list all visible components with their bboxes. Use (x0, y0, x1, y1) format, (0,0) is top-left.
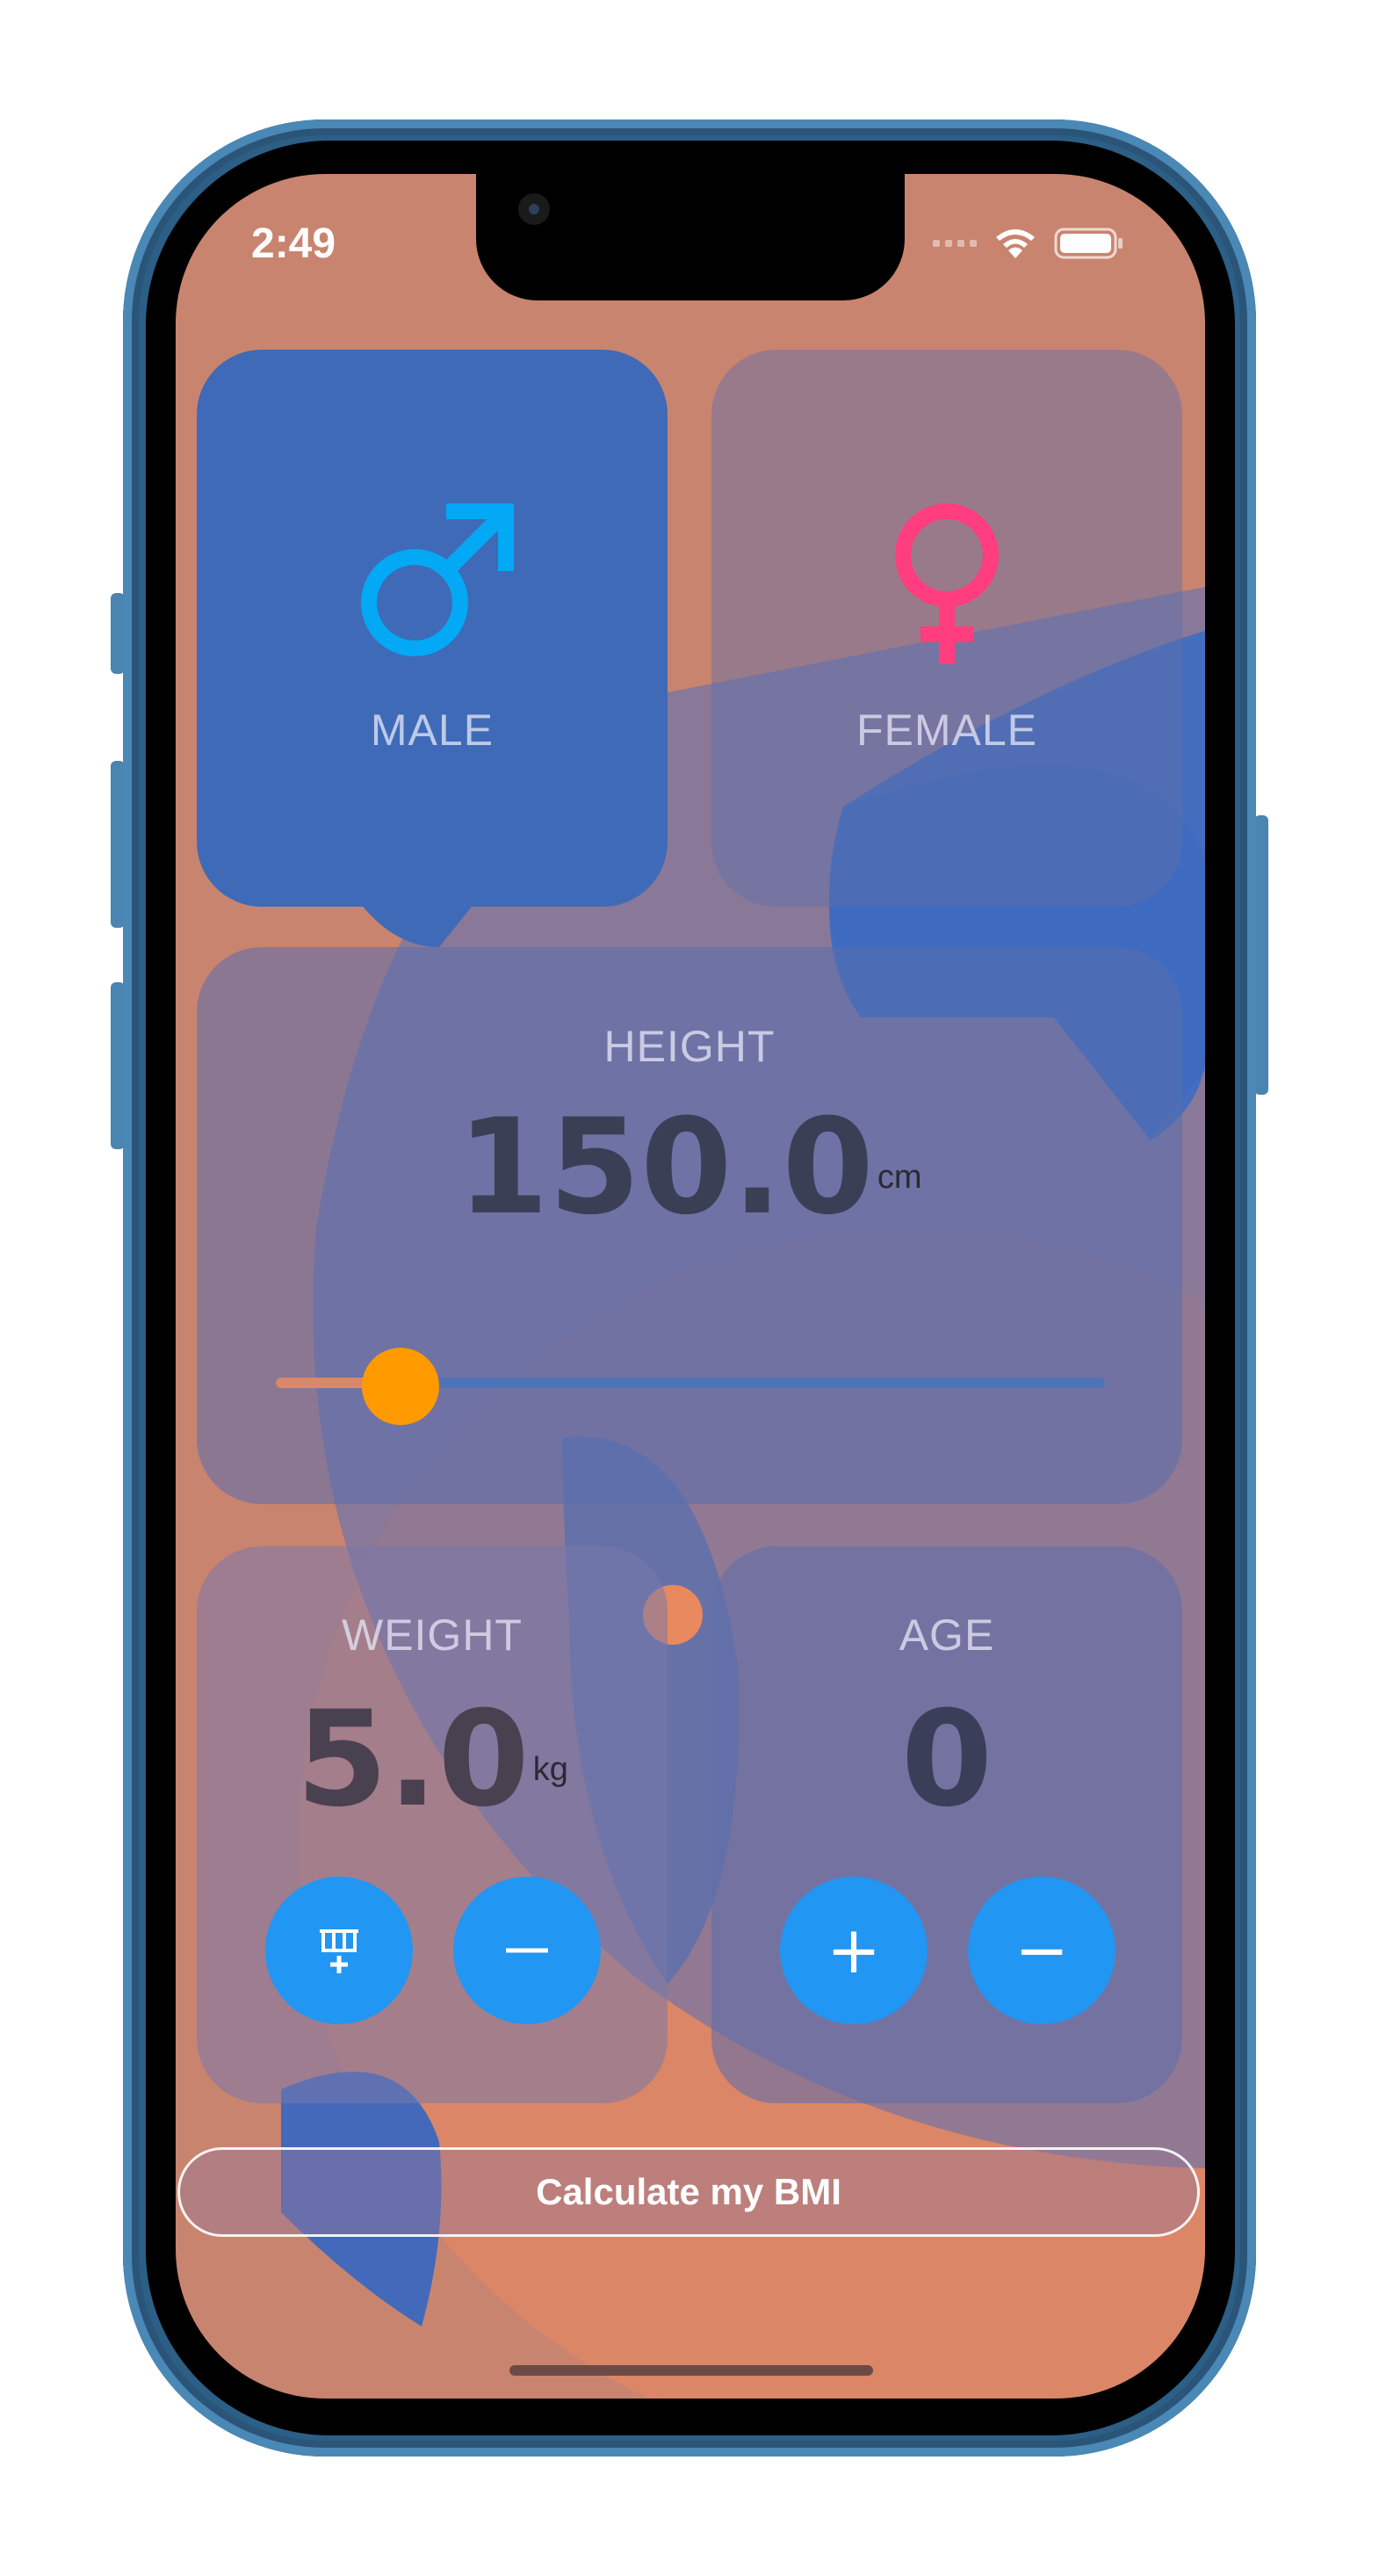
home-indicator (509, 2365, 873, 2376)
male-label: MALE (370, 706, 495, 755)
height-slider[interactable] (276, 1348, 1105, 1425)
plus-icon: + (826, 1913, 881, 1988)
weight-increment-button[interactable] (265, 1877, 413, 2024)
weight-label: WEIGHT (342, 1610, 523, 1660)
age-value-row: 0 (711, 1694, 1182, 1826)
height-unit: cm (877, 1159, 922, 1196)
weight-value: 5.0 (296, 1683, 530, 1836)
weight-card: WEIGHT 5.0 kg (197, 1546, 668, 2103)
wifi-icon (996, 229, 1035, 258)
age-decrement-button[interactable]: − (968, 1877, 1115, 2024)
male-icon (361, 503, 514, 656)
minus-icon: − (1014, 1913, 1069, 1988)
age-increment-button[interactable]: + (780, 1877, 928, 2024)
front-camera (518, 193, 550, 225)
minus-icon (506, 1948, 548, 1953)
female-icon (895, 503, 999, 664)
height-value: 150.0 (457, 1091, 874, 1244)
weight-unit: kg (532, 1751, 568, 1788)
calculate-bmi-button[interactable]: Calculate my BMI (177, 2147, 1200, 2237)
app-screen: 2:49 MALE FEMALE HEIGHT 150.0 cm WEIGHT … (176, 174, 1205, 2399)
height-value-row: 150.0 cm (197, 1102, 1182, 1234)
status-time: 2:49 (251, 221, 336, 267)
battery-icon (1054, 228, 1123, 259)
age-label: AGE (899, 1610, 995, 1660)
plus-icon (320, 1929, 358, 1973)
age-value: 0 (900, 1683, 993, 1836)
weight-decrement-button[interactable] (453, 1877, 601, 2024)
height-label: HEIGHT (603, 1022, 776, 1071)
slider-thumb[interactable] (361, 1348, 439, 1425)
status-icons (933, 227, 1124, 260)
male-card[interactable]: MALE (197, 350, 668, 907)
height-card: HEIGHT 150.0 cm (197, 947, 1182, 1504)
female-label: FEMALE (856, 706, 1038, 755)
weight-value-row: 5.0 kg (197, 1694, 668, 1826)
power-button (1254, 815, 1268, 1095)
cellular-signal-icon (933, 240, 977, 247)
female-card[interactable]: FEMALE (711, 350, 1182, 907)
age-card: AGE 0 + − (711, 1546, 1182, 2103)
notch (476, 174, 905, 300)
